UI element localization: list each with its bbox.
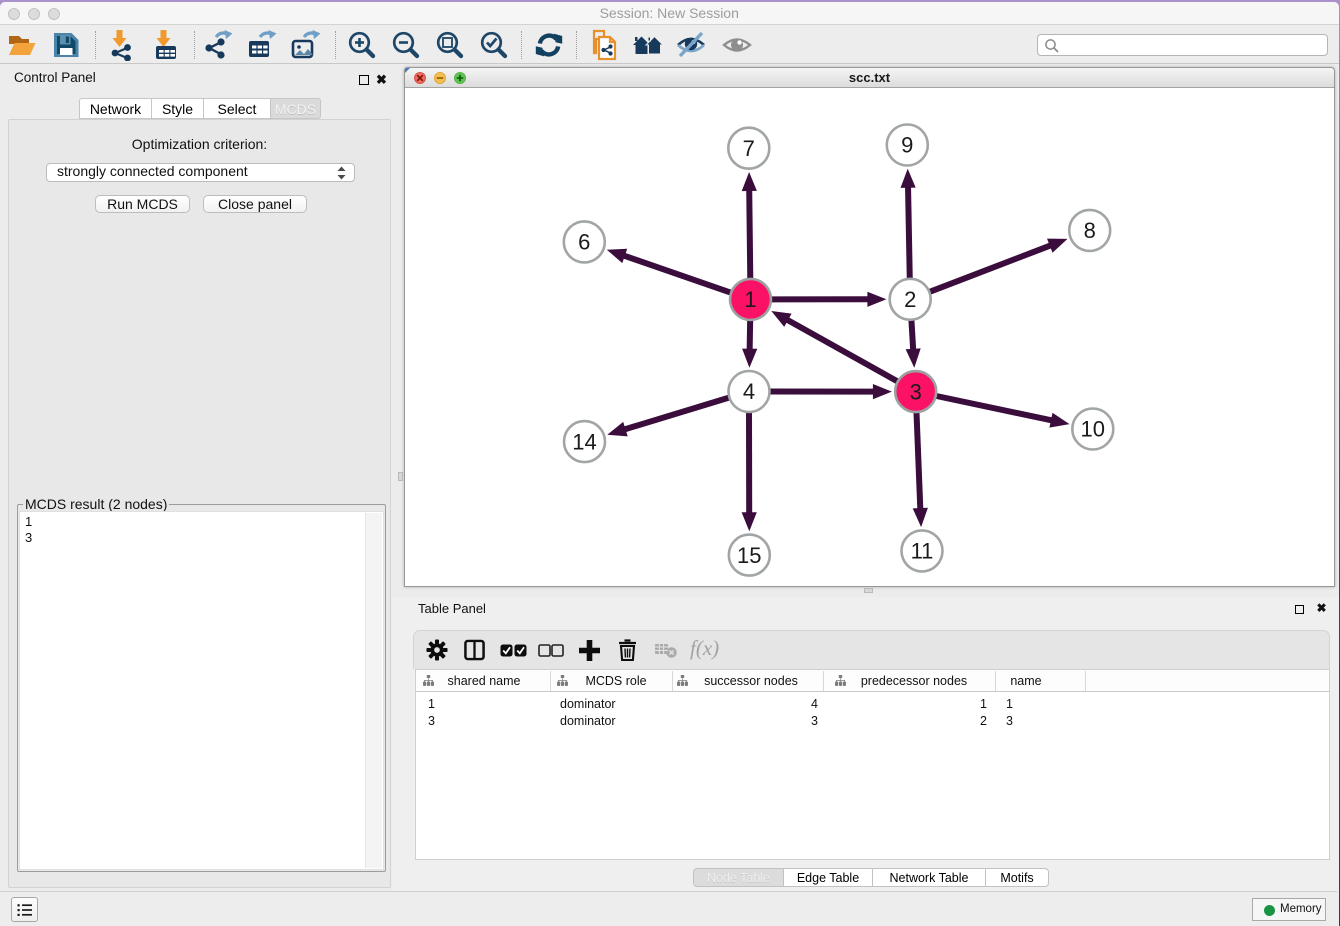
svg-text:9: 9 <box>901 133 913 158</box>
svg-text:6: 6 <box>578 230 590 255</box>
svg-text:4: 4 <box>743 379 755 404</box>
svg-text:7: 7 <box>743 136 755 161</box>
svg-text:8: 8 <box>1084 218 1096 243</box>
svg-text:14: 14 <box>572 429 596 454</box>
svg-text:1: 1 <box>744 287 756 312</box>
svg-text:3: 3 <box>910 379 922 404</box>
svg-text:2: 2 <box>904 287 916 312</box>
svg-text:11: 11 <box>911 539 934 564</box>
svg-text:15: 15 <box>737 543 761 568</box>
svg-text:10: 10 <box>1081 417 1105 442</box>
